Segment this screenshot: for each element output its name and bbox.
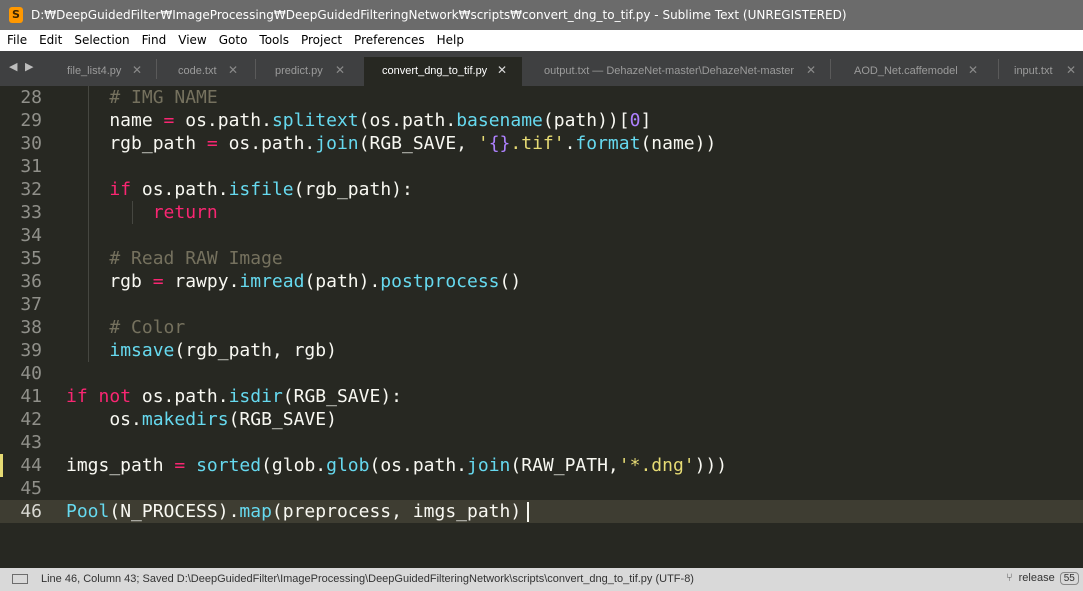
line-number: 36 [20,271,42,292]
menu-preferences[interactable]: Preferences [348,30,431,51]
line-number: 31 [20,156,42,177]
line-number: 43 [20,432,42,453]
line-number: 42 [20,409,42,430]
line-number: 38 [20,317,42,338]
close-icon[interactable]: ✕ [1066,63,1076,77]
close-icon[interactable]: ✕ [968,63,978,77]
line-number: 39 [20,340,42,361]
tab-divider [255,59,256,79]
code-line[interactable]: # Read RAW Image [66,247,282,270]
line-number: 34 [20,225,42,246]
close-icon[interactable]: ✕ [806,63,816,77]
code-line[interactable]: rgb_path = os.path.join(RGB_SAVE, '{}.ti… [66,132,716,155]
line-number: 45 [20,478,42,499]
tab-label: file_list4.py [67,65,122,77]
close-icon[interactable]: ✕ [132,63,142,77]
tab-label: predict.py [275,65,323,77]
line-number: 44 [20,455,42,476]
menu-tools[interactable]: Tools [253,30,295,51]
close-icon[interactable]: ✕ [497,63,507,77]
line-number: 28 [20,87,42,108]
tab-code[interactable]: code.txt ✕ [166,57,256,86]
menu-file[interactable]: File [0,30,33,51]
tab-label: AOD_Net.caffemodel [854,65,958,77]
status-text: Line 46, Column 43; Saved D:\DeepGuidedF… [41,573,694,585]
line-number: 32 [20,179,42,200]
branch-name: release [1018,572,1055,584]
menu-project[interactable]: Project [295,30,348,51]
tab-input[interactable]: input.txt ✕ [1000,57,1083,86]
git-branch-indicator[interactable]: ⑂ release 55 [1006,572,1079,585]
code-line[interactable]: Pool(N_PROCESS).map(preprocess, imgs_pat… [66,500,521,523]
status-badge: 55 [1059,572,1079,585]
tab-divider [156,59,157,79]
line-number: 30 [20,133,42,154]
code-line[interactable]: name = os.path.splitext(os.path.basename… [66,109,651,132]
tab-nav-arrows-icon[interactable]: ◀ ▶ [9,60,35,73]
panel-toggle-icon[interactable] [12,574,28,584]
tab-label: convert_dng_to_tif.py [382,65,488,77]
line-number: 35 [20,248,42,269]
tab-predict[interactable]: predict.py ✕ [264,57,364,86]
code-line[interactable]: if not os.path.isdir(RGB_SAVE): [66,385,402,408]
code-line[interactable]: imgs_path = sorted(glob.glob(os.path.joi… [66,454,727,477]
menu-view[interactable]: View [172,30,212,51]
line-number: 46 [20,501,42,522]
close-icon[interactable]: ✕ [335,63,345,77]
tab-divider [830,59,831,79]
menu-help[interactable]: Help [431,30,470,51]
tab-output[interactable]: output.txt — DehazeNet-master\DehazeNet-… [530,57,830,86]
code-line[interactable]: imsave(rgb_path, rgb) [66,339,337,362]
line-number: 29 [20,110,42,131]
title-bar: S D:₩DeepGuidedFilter₩ImageProcessing₩De… [0,0,1083,30]
line-number: 41 [20,386,42,407]
code-line[interactable]: if os.path.isfile(rgb_path): [66,178,412,201]
tab-file-list4[interactable]: file_list4.py ✕ [56,57,156,86]
tab-convert-dng-to-tif[interactable]: convert_dng_to_tif.py ✕ [364,57,522,86]
git-branch-icon: ⑂ [1006,572,1013,584]
tab-aod-net[interactable]: AOD_Net.caffemodel ✕ [840,57,988,86]
line-number: 33 [20,202,42,223]
menu-bar: File Edit Selection Find View Goto Tools… [0,30,1083,51]
code-line[interactable]: rgb = rawpy.imread(path).postprocess() [66,270,521,293]
menu-goto[interactable]: Goto [213,30,254,51]
window-title: D:₩DeepGuidedFilter₩ImageProcessing₩Deep… [31,8,847,22]
text-cursor [527,502,529,522]
menu-find[interactable]: Find [136,30,173,51]
sublime-text-icon: S [9,7,23,23]
menu-edit[interactable]: Edit [33,30,68,51]
indent-guide [132,201,133,224]
menu-selection[interactable]: Selection [68,30,135,51]
line-number: 40 [20,363,42,384]
status-bar: Line 46, Column 43; Saved D:\DeepGuidedF… [0,568,1083,591]
tab-divider [998,59,999,79]
tab-bar: ◀ ▶ file_list4.py ✕ code.txt ✕ predict.p… [0,51,1083,86]
tab-label: output.txt — DehazeNet-master\DehazeNet-… [544,65,795,77]
code-line[interactable]: # Color [66,316,185,339]
code-editor[interactable]: 28 # IMG NAME 29 name = os.path.splitext(… [0,86,1083,568]
tab-label: code.txt [178,65,217,77]
tab-label: input.txt [1014,65,1053,77]
line-number: 37 [20,294,42,315]
close-icon[interactable]: ✕ [228,63,238,77]
code-line[interactable]: os.makedirs(RGB_SAVE) [66,408,337,431]
indent-guide [88,86,89,362]
